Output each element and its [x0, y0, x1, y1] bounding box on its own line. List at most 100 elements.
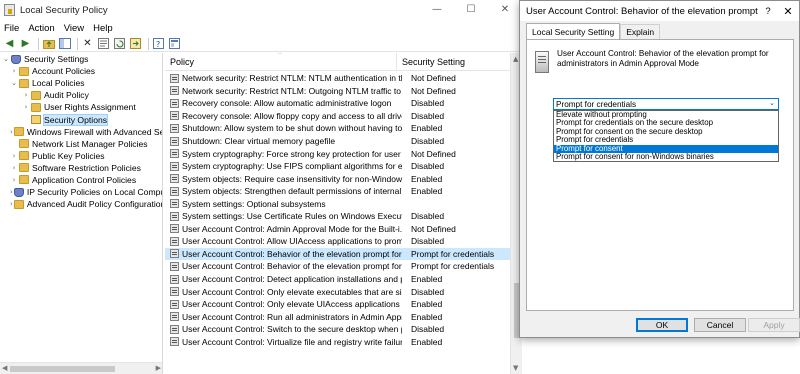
maximize-button[interactable]: ☐ [454, 0, 488, 20]
table-row[interactable]: System objects: Strengthen default permi… [165, 185, 510, 198]
table-row[interactable]: User Account Control: Behavior of the el… [165, 247, 510, 261]
forward-arrow-icon[interactable]: ▶ [19, 37, 32, 50]
chevron-right-icon[interactable]: › [22, 103, 30, 111]
policy-item-icon [170, 136, 179, 146]
table-row[interactable]: User Account Control: Virtualize file an… [165, 335, 510, 348]
table-row[interactable]: User Account Control: Only elevate execu… [165, 285, 510, 298]
tree-item[interactable]: › Application Control Policies [0, 174, 162, 186]
policy-cell: User Account Control: Behavior of the el… [182, 248, 402, 259]
chevron-right-icon[interactable]: › [10, 188, 13, 196]
policy-item-icon [170, 337, 179, 347]
table-row[interactable]: Recovery console: Allow automatic admini… [165, 97, 510, 110]
scroll-up-icon[interactable]: ▲ [513, 55, 518, 63]
tree-item[interactable]: › Advanced Audit Policy Configuration [0, 198, 162, 210]
policy-cell: User Account Control: Switch to the secu… [182, 324, 402, 335]
table-row[interactable]: System cryptography: Use FIPS compliant … [165, 160, 510, 173]
table-row[interactable]: User Account Control: Run all administra… [165, 310, 510, 323]
folder-icon [31, 102, 41, 112]
tree-item-label: Application Control Policies [32, 174, 137, 185]
table-row[interactable]: Shutdown: Clear virtual memory pagefile D… [165, 135, 510, 148]
policy-item-icon [170, 174, 179, 184]
chevron-right-icon[interactable]: › [10, 67, 18, 75]
tree-item[interactable]: ⌄ Security Settings [0, 53, 162, 65]
tree-item[interactable]: › Software Restriction Policies [0, 162, 162, 174]
menu-help[interactable]: Help [93, 23, 113, 34]
policy-cell: System settings: Use Certificate Rules o… [182, 211, 402, 222]
apply-button[interactable]: Apply [748, 318, 800, 332]
scroll-down-icon[interactable]: ▼ [513, 364, 518, 372]
chevron-down-icon[interactable]: ⌄ [2, 55, 10, 63]
ok-button[interactable]: OK [636, 318, 688, 332]
tree-item[interactable]: › Account Policies [0, 65, 162, 77]
folder-icon [19, 139, 29, 149]
tree-item[interactable]: › IP Security Policies on Local Compute [0, 186, 162, 198]
elevation-prompt-dropdown[interactable]: Prompt for credentials ⌄ [553, 98, 779, 110]
chevron-right-icon[interactable]: › [22, 91, 30, 99]
chevron-right-icon[interactable]: › [10, 164, 18, 172]
table-row[interactable]: System cryptography: Force strong key pr… [165, 147, 510, 160]
cancel-button[interactable]: Cancel [694, 318, 746, 332]
tab-local-security-setting[interactable]: Local Security Setting [526, 23, 621, 40]
close-button[interactable]: ✕ [488, 0, 522, 20]
folder-icon [31, 90, 41, 100]
mmc-view-icon[interactable] [168, 37, 181, 50]
dialog-tabs: Local Security Setting Explain [520, 21, 799, 40]
tree-horizontal-scrollbar[interactable]: ◀ ▶ [0, 362, 162, 374]
export-list-icon[interactable] [129, 37, 142, 50]
help-button[interactable]: ? [759, 6, 777, 17]
up-folder-icon[interactable] [42, 37, 55, 50]
policy-server-icon [535, 51, 549, 73]
table-row[interactable]: System settings: Use Certificate Rules o… [165, 210, 510, 223]
table-row[interactable]: User Account Control: Detect application… [165, 273, 510, 286]
refresh-icon[interactable] [113, 37, 126, 50]
minimize-button[interactable]: — [420, 0, 454, 20]
menu-file[interactable]: File [4, 23, 19, 34]
table-row[interactable]: System settings: Optional subsystems [165, 197, 510, 210]
scrollbar-thumb[interactable] [10, 366, 115, 372]
security-setting-cell: Disabled [411, 324, 445, 335]
tree-item[interactable]: › Windows Firewall with Advanced Secu [0, 126, 162, 138]
tree-item[interactable]: Security Options [0, 113, 162, 126]
dropdown-option[interactable]: Prompt for consent for non-Windows binar… [554, 152, 778, 161]
table-row[interactable]: Shutdown: Allow system to be shut down w… [165, 122, 510, 135]
chevron-right-icon[interactable]: › [10, 152, 18, 160]
tree-item[interactable]: › User Rights Assignment [0, 101, 162, 113]
table-row[interactable]: User Account Control: Only elevate UIAcc… [165, 298, 510, 311]
tree-item[interactable]: › Public Key Policies [0, 150, 162, 162]
tree-item[interactable]: Network List Manager Policies [0, 138, 162, 150]
show-hide-tree-icon[interactable] [58, 37, 71, 50]
dialog-close-button[interactable]: ✕ [777, 5, 799, 18]
scroll-left-icon[interactable]: ◀ [2, 364, 7, 372]
help-icon[interactable]: ? [152, 37, 165, 50]
table-row[interactable]: Recovery console: Allow floppy copy and … [165, 110, 510, 123]
chevron-down-icon[interactable]: ⌄ [10, 79, 18, 87]
security-setting-cell: Not Defined [411, 148, 456, 159]
table-row[interactable]: Network security: Restrict NTLM: Outgoin… [165, 85, 510, 98]
back-arrow-icon[interactable]: ◀ [3, 37, 16, 50]
properties-icon[interactable] [97, 37, 110, 50]
policy-list: ⌃ Policy Security Setting Network securi… [165, 53, 522, 374]
table-row[interactable]: User Account Control: Switch to the secu… [165, 323, 510, 336]
scroll-right-icon[interactable]: ▶ [156, 364, 161, 372]
list-header: ⌃ Policy Security Setting [165, 53, 522, 71]
policy-cell: User Account Control: Only elevate execu… [182, 286, 402, 297]
policy-cell: System settings: Optional subsystems [182, 198, 326, 209]
chevron-right-icon[interactable]: › [10, 200, 13, 208]
column-header-security-setting[interactable]: Security Setting [397, 57, 465, 67]
security-setting-cell: Enabled [411, 186, 443, 197]
chevron-right-icon[interactable]: › [10, 128, 13, 136]
title-bar: Local Security Policy — ☐ ✕ [0, 0, 522, 20]
table-row[interactable]: User Account Control: Behavior of the el… [165, 260, 510, 273]
tree-item[interactable]: ⌄ Local Policies [0, 77, 162, 89]
table-row[interactable]: System objects: Require case insensitivi… [165, 172, 510, 185]
table-row[interactable]: Network security: Restrict NTLM: NTLM au… [165, 72, 510, 85]
menu-view[interactable]: View [64, 23, 84, 34]
chevron-down-icon[interactable]: ⌄ [769, 99, 775, 107]
table-row[interactable]: User Account Control: Admin Approval Mod… [165, 223, 510, 236]
tree-item[interactable]: › Audit Policy [0, 89, 162, 101]
chevron-right-icon[interactable]: › [10, 176, 18, 184]
delete-icon[interactable]: ✕ [81, 37, 94, 50]
tab-explain[interactable]: Explain [620, 24, 661, 39]
menu-action[interactable]: Action [28, 23, 54, 34]
table-row[interactable]: User Account Control: Allow UIAccess app… [165, 235, 510, 248]
